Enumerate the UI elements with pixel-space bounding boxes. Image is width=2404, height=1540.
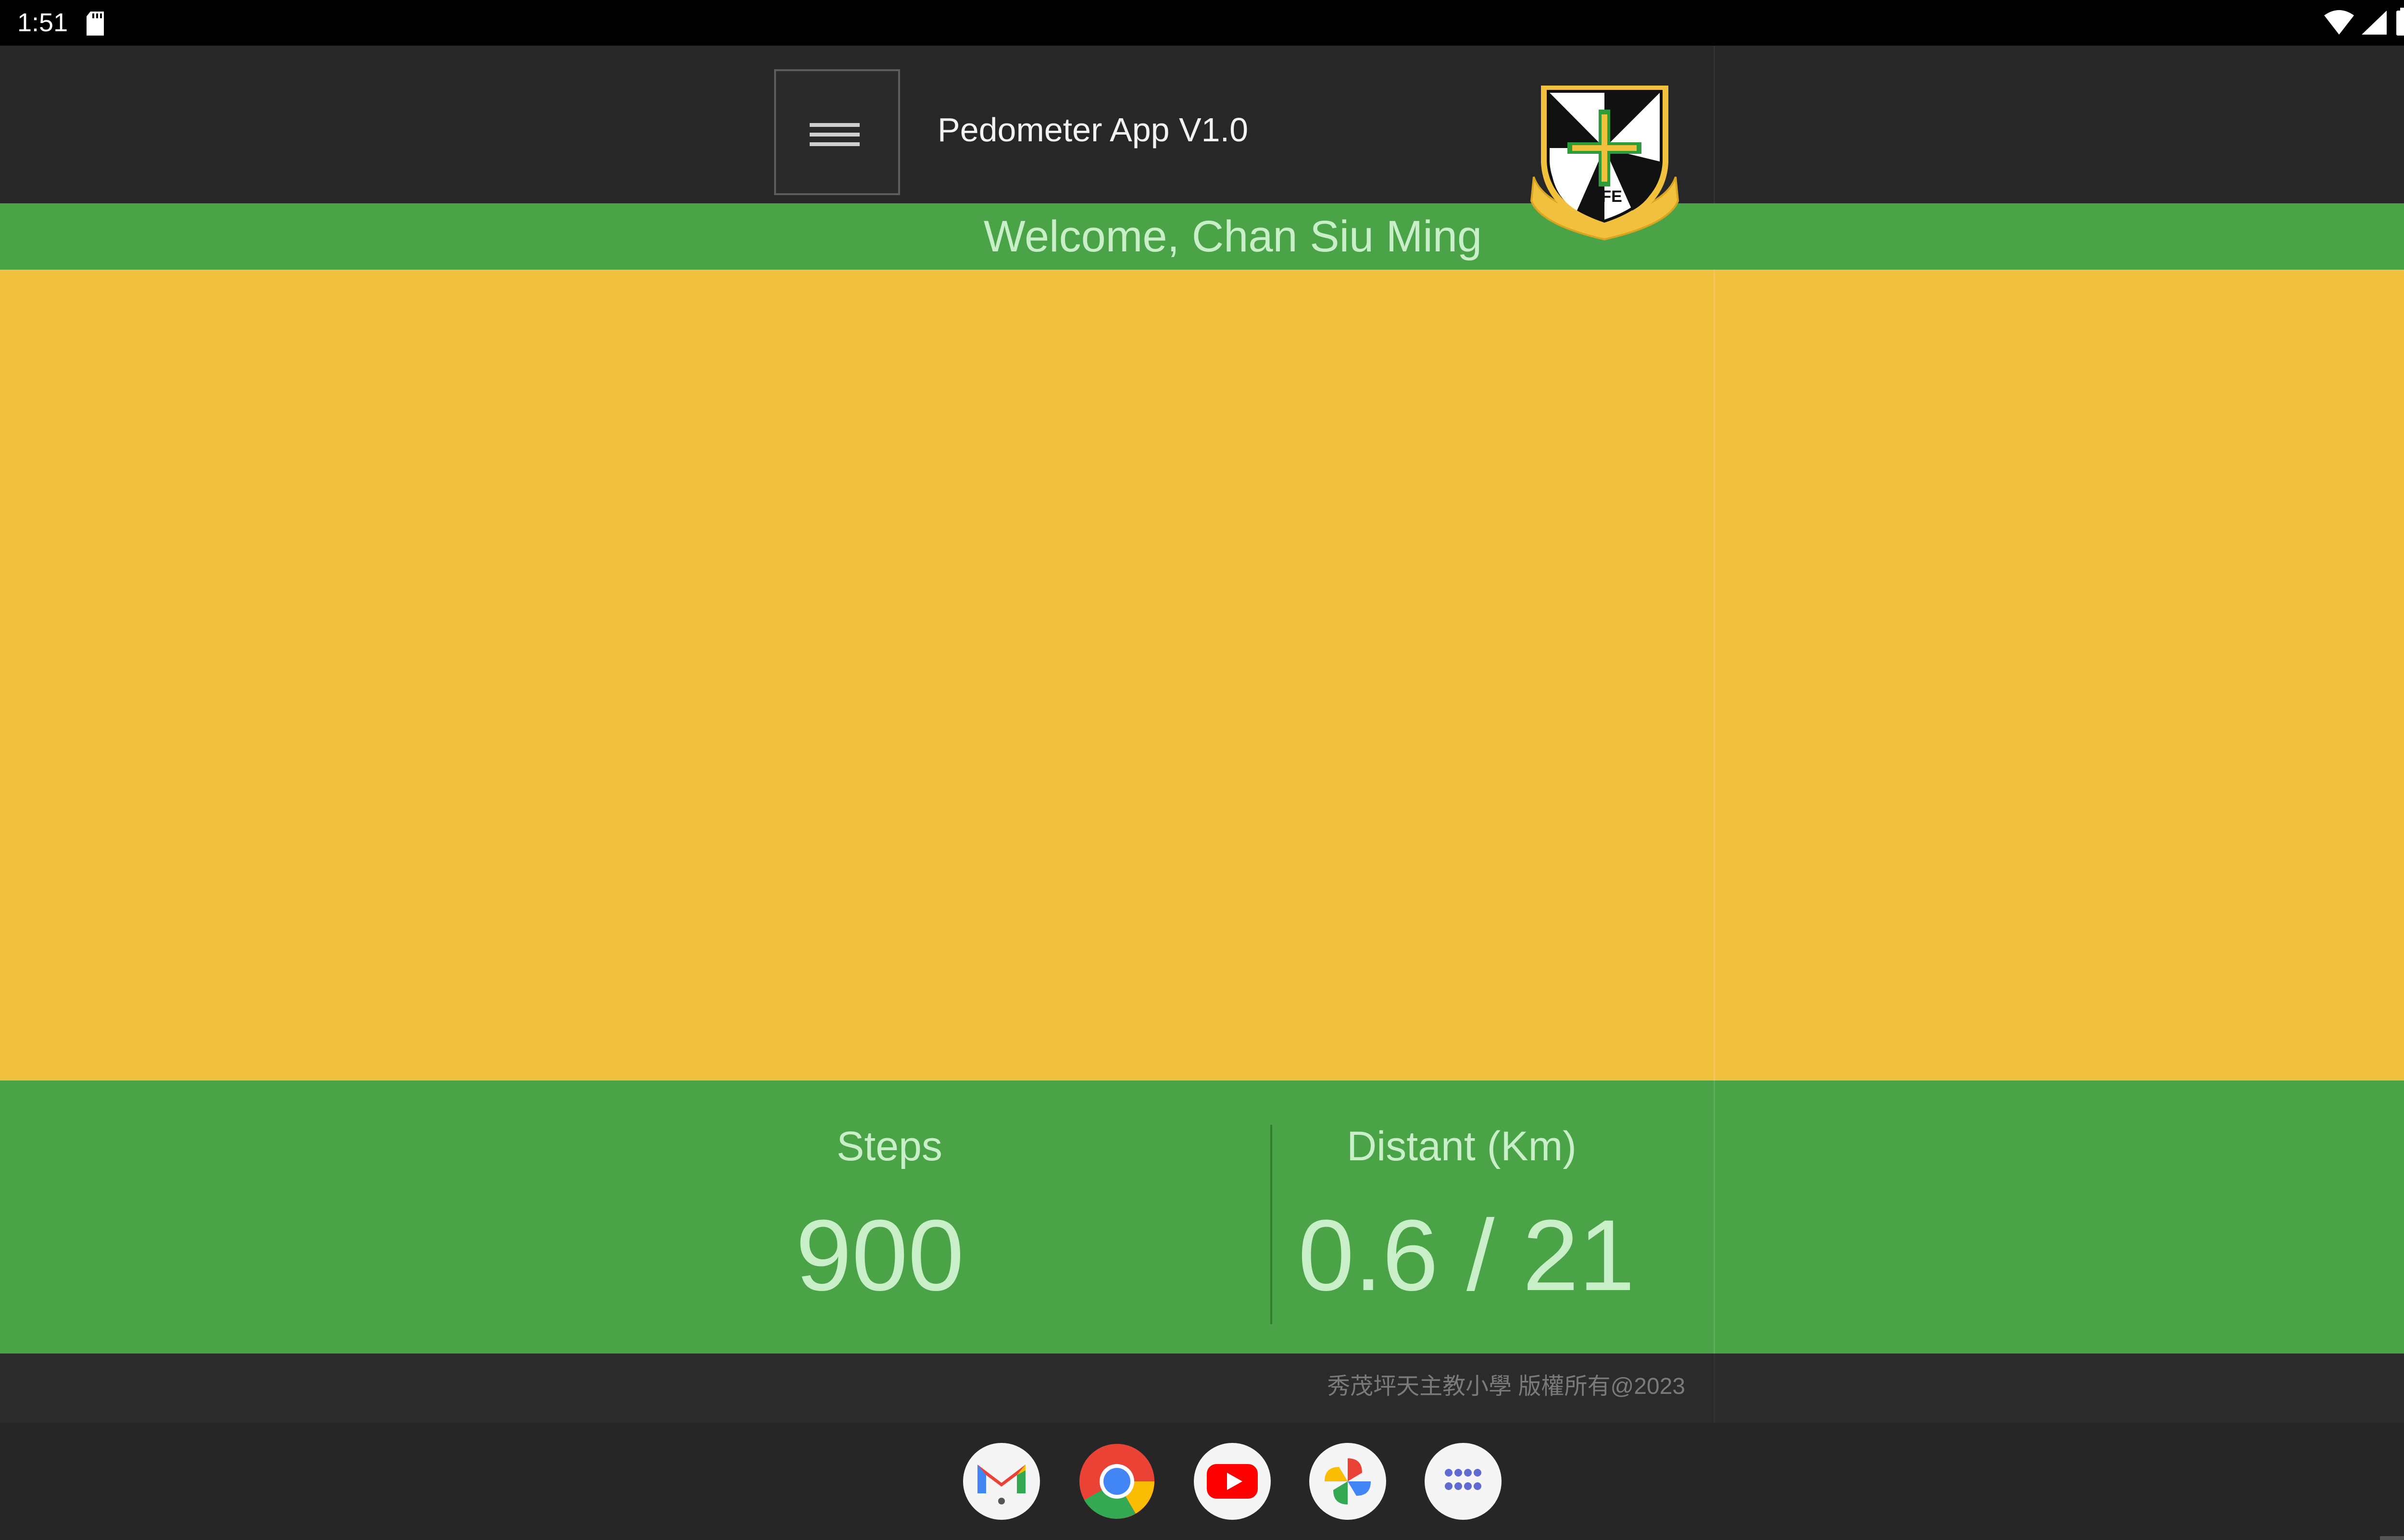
stats-divider	[1714, 1080, 1715, 1354]
battery-icon	[2396, 8, 2404, 36]
chrome-icon	[1079, 1444, 1154, 1519]
logo-text: LIFE	[1587, 187, 1622, 206]
youtube-icon	[1207, 1464, 1258, 1499]
chrome-app-button[interactable]	[1078, 1443, 1155, 1520]
youtube-app-button[interactable]	[1194, 1443, 1271, 1520]
distance-value: 0.6 / 21	[1298, 1199, 1635, 1312]
welcome-message: Welcome, Chan Siu Ming	[983, 212, 1482, 261]
wifi-icon	[2324, 10, 2354, 35]
status-bar	[0, 0, 2404, 46]
app-header-extension	[1714, 46, 2404, 203]
content-area	[0, 270, 2404, 1080]
app-drawer-button[interactable]	[1425, 1443, 1502, 1520]
menu-button[interactable]	[774, 69, 900, 195]
distance-label: Distant (Km)	[1347, 1123, 1577, 1169]
gmail-app-button[interactable]	[963, 1443, 1040, 1520]
cell-signal-icon	[2362, 11, 2387, 35]
steps-value: 900	[795, 1199, 964, 1312]
app-drawer-icon	[1445, 1469, 1481, 1490]
app-title: Pedometer App V1.0	[938, 111, 1248, 149]
footer-bar-extension	[1714, 1354, 2404, 1423]
sd-card-icon	[87, 12, 104, 36]
gmail-icon	[977, 1465, 1026, 1504]
home-indicator[interactable]	[2380, 1536, 2404, 1540]
photos-icon	[1325, 1458, 1371, 1504]
copyright-text: 秀茂坪天主教小學 版權所有@2023	[1327, 1374, 1685, 1399]
school-crest-logo: LIFE	[1530, 86, 1679, 241]
photos-app-button[interactable]	[1309, 1443, 1386, 1520]
steps-label: Steps	[837, 1123, 942, 1169]
stats-separator	[1270, 1125, 1272, 1324]
status-time: 1:51	[17, 8, 68, 37]
hamburger-menu-icon	[810, 123, 860, 146]
stats-bar	[0, 1080, 2404, 1354]
